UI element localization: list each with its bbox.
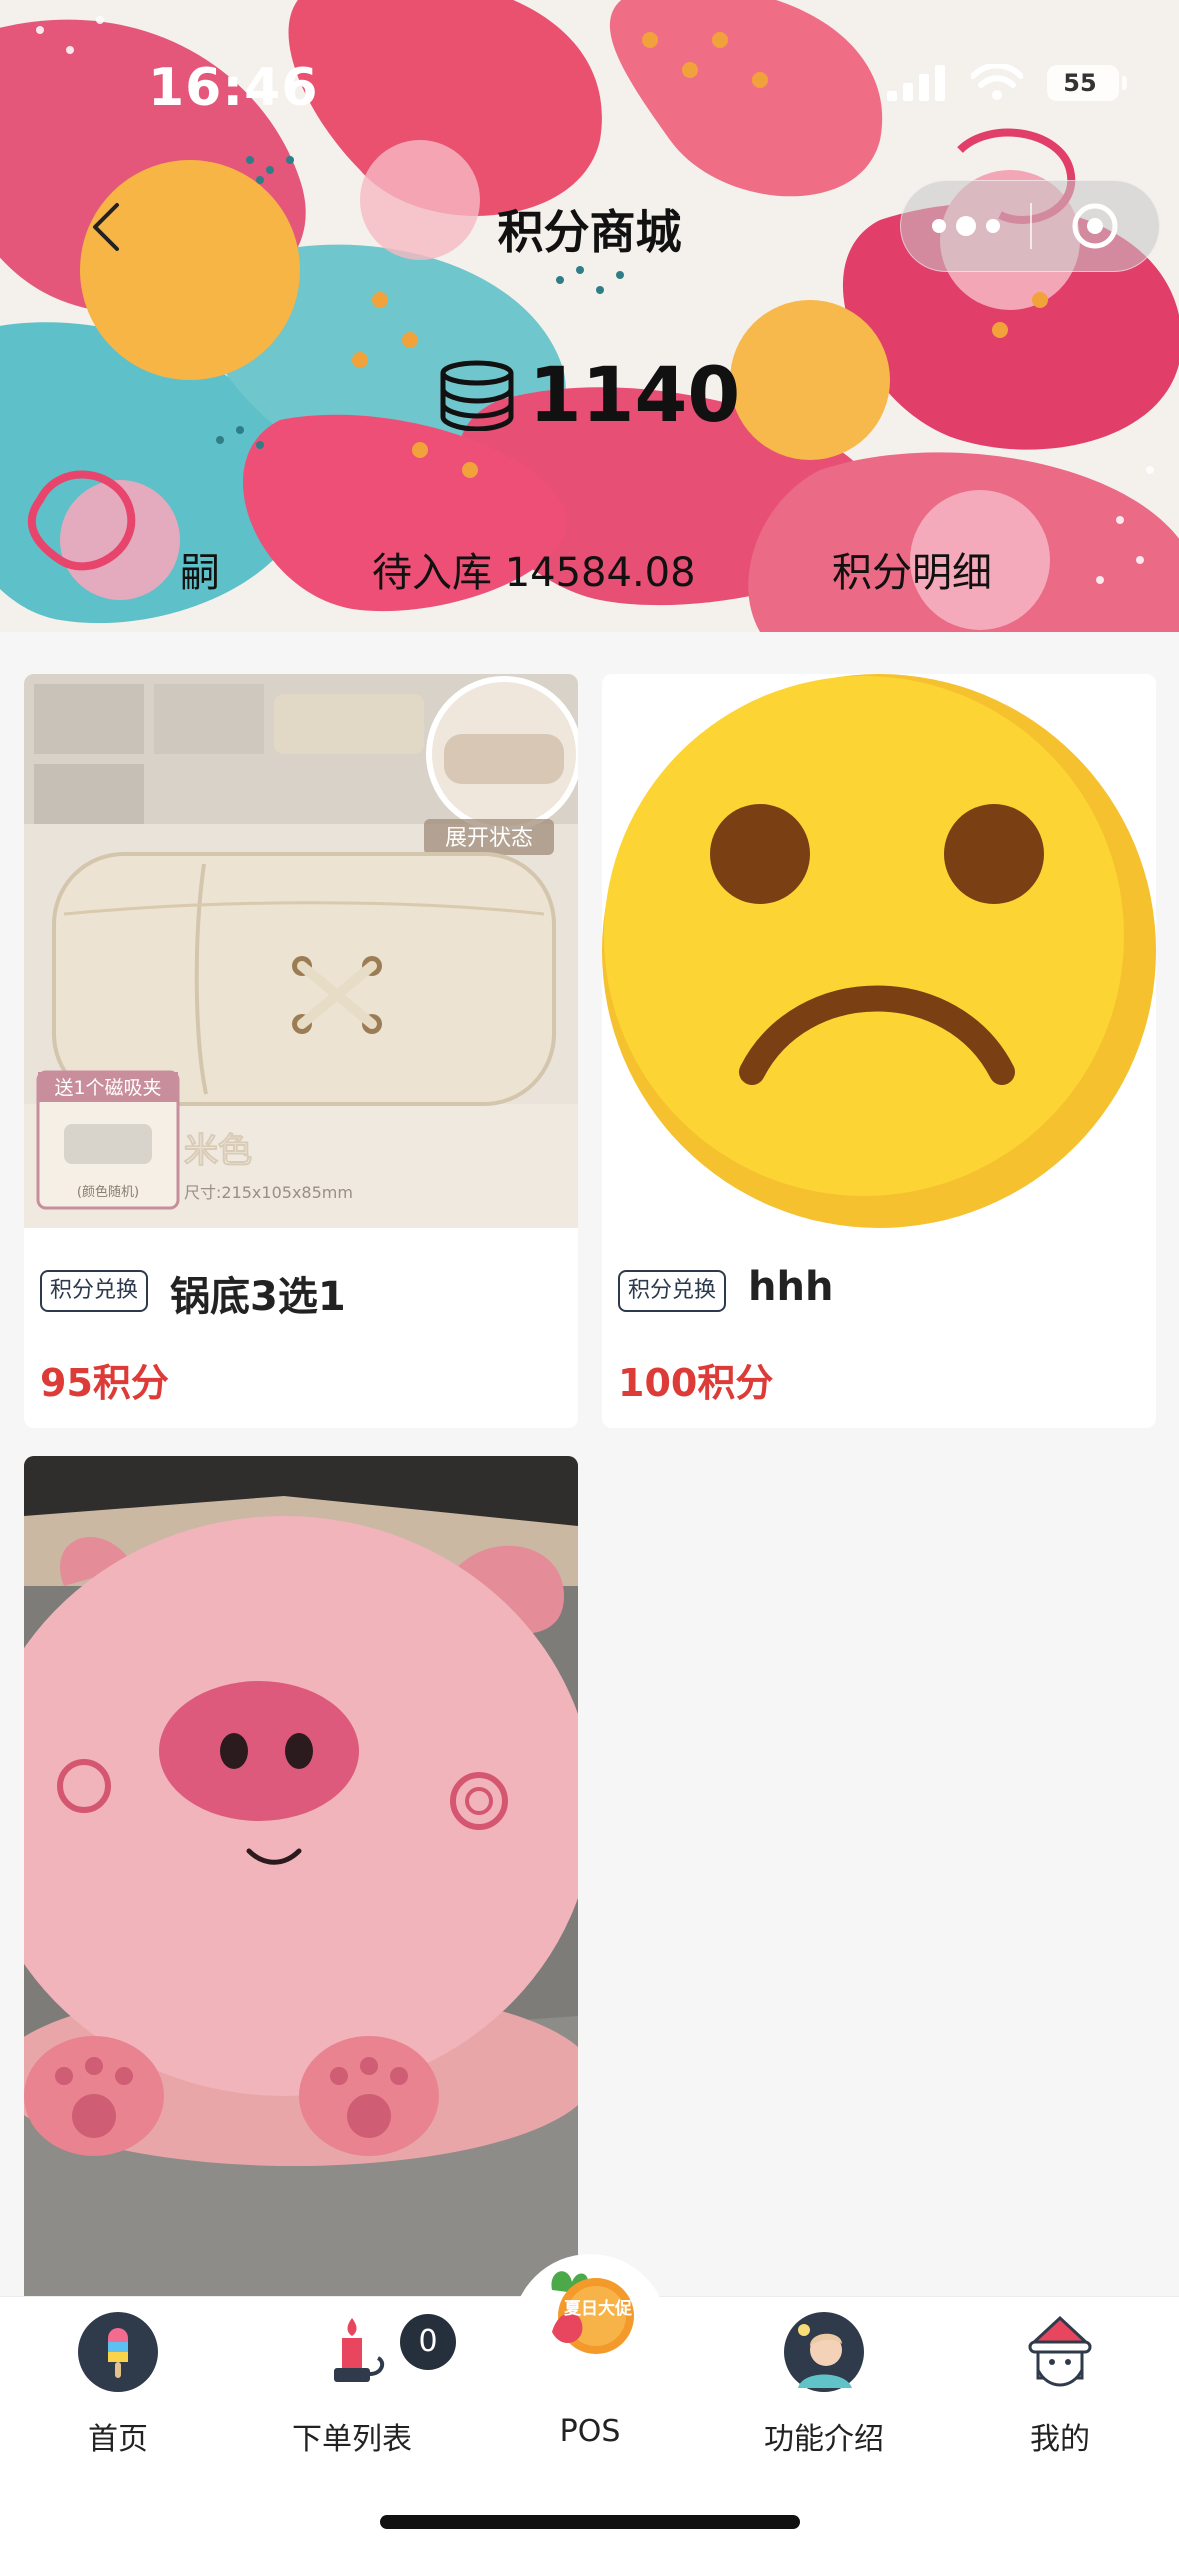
image-color-text: 米色 [184, 1131, 252, 1171]
status-time: 16:46 [148, 58, 319, 118]
sub-nav-item-points-detail[interactable]: 积分明细 [832, 540, 992, 598]
tab-label: 下单列表 [292, 2422, 412, 2457]
product-info: 积分兑换 hhh 100积分 [602, 1228, 1156, 1428]
close-button[interactable] [1032, 180, 1159, 272]
santa-avatar-icon [1028, 2315, 1092, 2387]
points-mall-header: 16:46 55 积分商城 1140 嗣 待入库 14584.08 积分明细 [0, 0, 1179, 632]
product-image-pig-mirror [24, 1456, 578, 2316]
product-price: 95积分 [40, 1361, 169, 1405]
tab-label: POS [559, 2414, 621, 2449]
product-image-pencil-case: 展开状态 送1个磁吸夹 (颜色随机) 米色 尺寸:215x105x85mm [24, 674, 578, 1228]
points-balance: 1140 [528, 350, 741, 439]
tab-label: 我的 [1030, 2422, 1090, 2457]
image-badge-text: 展开状态 [445, 826, 533, 851]
image-size-text: 尺寸:215x105x85mm [184, 1183, 353, 1202]
pig-mirror-illustration [24, 1456, 578, 2316]
more-dot-icon [955, 216, 976, 236]
exchange-tag: 积分兑换 [618, 1270, 727, 1312]
product-name: 锅底3选1 [170, 1274, 346, 1320]
tab-mine[interactable]: 我的 [960, 2300, 1160, 2460]
tab-features[interactable]: 功能介绍 [724, 2300, 924, 2460]
product-price: 100积分 [618, 1361, 774, 1405]
tab-label: 首页 [88, 2422, 148, 2457]
sub-nav-item-1[interactable]: 嗣 [180, 540, 220, 598]
orders-count-badge: 0 [400, 2314, 456, 2370]
tab-pos[interactable]: 夏日大促 POS [490, 2271, 690, 2460]
pencil-case-illustration: 展开状态 送1个磁吸夹 (颜色随机) 米色 尺寸:215x105x85mm [24, 674, 578, 1228]
wifi-icon [971, 64, 1023, 100]
product-card[interactable] [24, 1456, 578, 2316]
status-bar: 16:46 55 [0, 0, 1179, 160]
product-info: 积分兑换 锅底3选1 95积分 [24, 1228, 578, 1428]
product-image-sad-face [602, 674, 1156, 1228]
sad-face-icon [602, 674, 1156, 1228]
battery-icon: 55 [1047, 65, 1127, 101]
avatar-person-icon [784, 2312, 864, 2392]
image-gift-note: (颜色随机) [77, 1184, 139, 1200]
product-name: hhh [748, 1264, 834, 1310]
tab-label: 功能介绍 [764, 2422, 884, 2457]
more-button[interactable] [901, 180, 1030, 272]
candle-icon [334, 2318, 385, 2382]
exchange-tag: 积分兑换 [40, 1270, 149, 1312]
more-dot-icon [931, 219, 946, 233]
summer-sale-icon: 夏日大促 [551, 2271, 634, 2354]
more-dot-icon [985, 219, 1000, 233]
battery-level: 55 [1063, 69, 1097, 97]
sub-nav-item-pending-stock[interactable]: 待入库 14584.08 [372, 540, 696, 598]
product-card[interactable]: 积分兑换 hhh 100积分 [602, 674, 1156, 1428]
tab-home[interactable]: 首页 [18, 2300, 218, 2460]
product-card[interactable]: 展开状态 送1个磁吸夹 (颜色随机) 米色 尺寸:215x105x85mm 积分… [24, 674, 578, 1428]
coin-stack-icon [440, 360, 514, 431]
points-sub-nav: 嗣 待入库 14584.08 积分明细 [0, 540, 1179, 600]
target-close-icon [1072, 203, 1118, 249]
image-gift-text: 送1个磁吸夹 [54, 1077, 161, 1099]
points-summary: 1140 [0, 350, 1179, 439]
promo-text: 夏日大促 [564, 2298, 632, 2319]
cellular-signal-icon [887, 65, 945, 101]
home-indicator [380, 2515, 800, 2529]
ice-cream-icon [78, 2312, 158, 2392]
status-icons: 55 [887, 64, 1127, 102]
mini-program-capsule [900, 180, 1160, 272]
